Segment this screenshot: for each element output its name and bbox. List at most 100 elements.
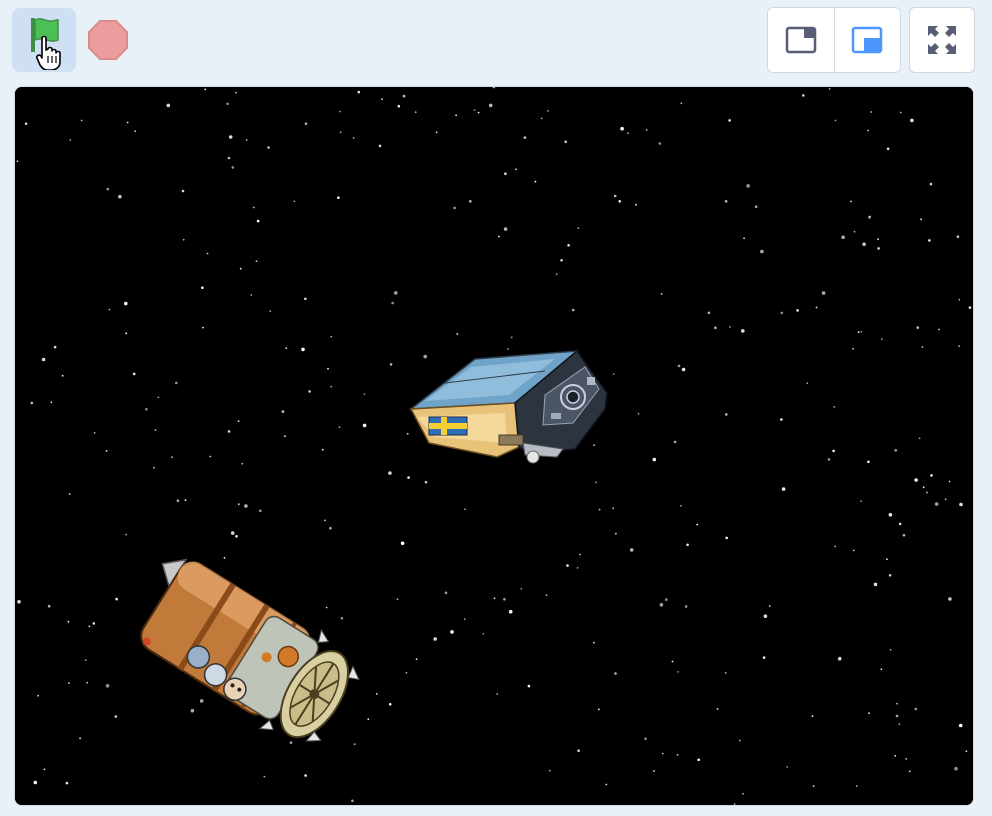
star [304, 774, 307, 777]
star [498, 235, 500, 238]
star [175, 381, 178, 385]
star [547, 110, 549, 112]
star [503, 227, 508, 231]
star [852, 347, 854, 350]
star [339, 131, 342, 134]
star [867, 129, 870, 132]
star [857, 331, 860, 333]
star [780, 311, 784, 315]
star [677, 364, 681, 368]
star [325, 606, 328, 609]
star [696, 523, 699, 526]
star [841, 235, 845, 239]
star [124, 301, 128, 306]
star [86, 681, 89, 684]
star [209, 455, 212, 458]
stop-button[interactable] [84, 16, 132, 64]
star [244, 504, 248, 508]
star [388, 703, 392, 706]
star [870, 111, 873, 113]
star [760, 249, 764, 254]
star [281, 410, 285, 413]
star [598, 508, 601, 511]
small-stage-icon [785, 26, 816, 54]
star [968, 306, 972, 309]
small-stage-button[interactable] [768, 8, 834, 72]
star [605, 783, 608, 786]
star [17, 600, 21, 604]
star [958, 723, 963, 728]
star [724, 672, 727, 674]
fullscreen-icon [928, 26, 956, 54]
star [579, 553, 581, 556]
star [463, 618, 466, 620]
fullscreen-button[interactable] [909, 7, 975, 73]
star [301, 347, 305, 352]
star [237, 503, 240, 506]
star [681, 367, 686, 372]
star [880, 668, 883, 671]
star [289, 741, 293, 744]
star [263, 775, 266, 778]
large-stage-button[interactable] [833, 8, 901, 72]
star [507, 348, 509, 350]
star [523, 136, 527, 139]
star [821, 291, 826, 295]
star [725, 536, 728, 540]
star [545, 594, 548, 597]
star [724, 200, 728, 203]
stage-canvas[interactable] [14, 86, 974, 806]
star [754, 205, 758, 208]
star [125, 533, 127, 536]
star [680, 102, 683, 105]
star [255, 260, 258, 263]
star [852, 549, 855, 552]
star [433, 637, 438, 641]
star [762, 656, 766, 659]
star [560, 259, 563, 262]
star [510, 336, 513, 339]
star [763, 614, 768, 618]
star [378, 144, 382, 148]
star [867, 460, 870, 464]
star [930, 474, 933, 477]
star [527, 684, 531, 688]
star [954, 766, 958, 771]
star [742, 792, 744, 795]
star [577, 749, 580, 752]
star [106, 187, 110, 191]
star [329, 526, 332, 530]
star [888, 574, 892, 577]
star [397, 104, 401, 108]
star [645, 129, 648, 131]
star [889, 648, 892, 651]
star [453, 206, 456, 210]
star [834, 119, 837, 122]
star [327, 367, 329, 370]
star [381, 98, 383, 100]
star [577, 227, 580, 230]
star [716, 708, 719, 710]
star [714, 326, 717, 330]
star [157, 396, 160, 399]
star [827, 458, 831, 461]
green-flag-button[interactable] [12, 8, 76, 72]
star [68, 682, 70, 684]
star [330, 335, 333, 338]
star [79, 737, 81, 740]
star [153, 466, 155, 469]
star [880, 338, 883, 340]
star [895, 714, 899, 718]
star [796, 309, 799, 312]
star [132, 372, 136, 376]
star [226, 102, 229, 106]
star [938, 328, 940, 331]
star [868, 712, 870, 715]
star [414, 111, 417, 114]
star [363, 393, 366, 395]
star [503, 598, 506, 601]
star [362, 423, 367, 428]
star [269, 310, 272, 312]
star [637, 412, 640, 415]
star [190, 708, 195, 713]
